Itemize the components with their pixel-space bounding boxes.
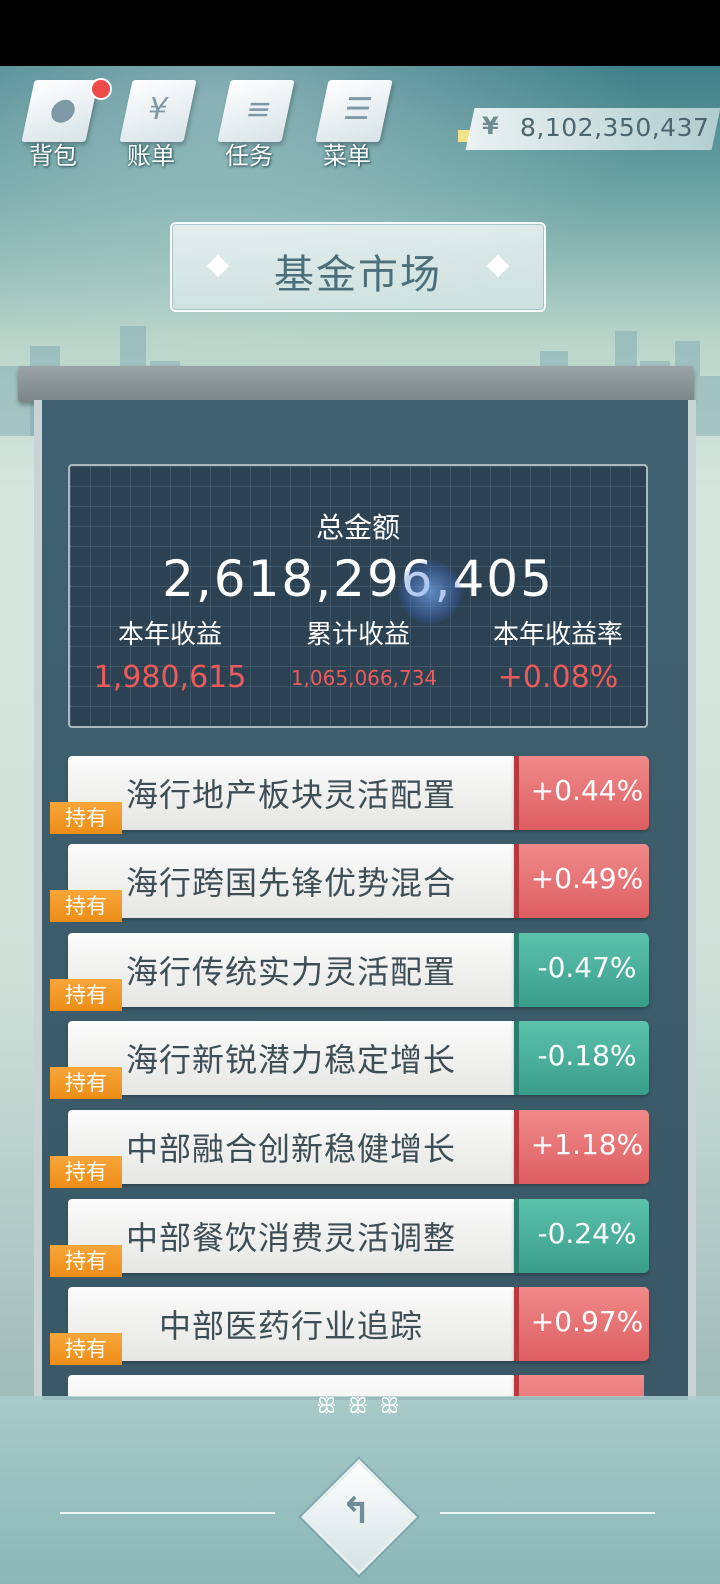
divider-line-left	[60, 1512, 275, 1514]
holding-tag: 持有	[50, 890, 122, 922]
fund-name-bar: 中部餐饮消费灵活调整	[68, 1199, 514, 1273]
fund-row[interactable]: 海行传统实力灵活配置 -0.47% 持有	[50, 933, 649, 1011]
fund-name-bar: 中部医药行业追踪	[68, 1287, 514, 1361]
year-income-value: 1,980,615	[93, 660, 247, 695]
bag-icon: ●	[21, 80, 99, 142]
fund-change-badge: +0.97%	[514, 1287, 649, 1361]
bill-icon: ¥	[119, 80, 197, 142]
fund-change-badge: +0.44%	[514, 756, 649, 830]
fund-change-value: +0.97%	[530, 1305, 644, 1338]
year-rate-value: +0.08%	[497, 660, 619, 695]
menu-icon: ☰	[315, 80, 393, 142]
bill-label: 账单	[127, 142, 175, 170]
fund-row[interactable]: 中部融合创新稳健增长 +1.18% 持有	[50, 1110, 649, 1188]
holding-tag: 持有	[50, 979, 122, 1011]
fund-change-badge	[514, 1375, 644, 1397]
fund-row[interactable]: 海行新锐潜力稳定增长 -0.18% 持有	[50, 1021, 649, 1099]
fund-row[interactable]: 海行跨国先锋优势混合 +0.49% 持有	[50, 844, 649, 922]
cum-income-value: 1,065,066,734	[290, 666, 438, 690]
total-label: 总金额	[315, 511, 400, 544]
page-title: 基金市场	[274, 252, 442, 298]
fund-row[interactable]: 中部医药行业追踪 +0.97% 持有	[50, 1287, 649, 1365]
fund-change-value: -0.47%	[537, 951, 637, 984]
back-arrow-icon: ↰	[340, 1491, 372, 1532]
bag-label: 背包	[29, 142, 77, 170]
menu-label: 菜单	[323, 142, 371, 170]
fund-name: 中部餐饮消费灵活调整	[125, 1219, 456, 1257]
fund-name-bar: 海行传统实力灵活配置	[68, 933, 514, 1007]
fund-name: 中部医药行业追踪	[158, 1307, 423, 1345]
fund-name: 海行传统实力灵活配置	[125, 953, 456, 991]
balance-display: ¥ 8,102,350,437	[474, 108, 714, 150]
holding-tag: 持有	[50, 1333, 122, 1365]
holding-tag: 持有	[50, 1245, 122, 1277]
cum-income-label: 累计收益	[305, 620, 410, 650]
notification-dot	[90, 78, 112, 100]
summary-panel: 总金额 2,618,296,405 本年收益 累计收益 本年收益率 1,980,…	[68, 464, 648, 728]
task-label: 任务	[225, 142, 273, 170]
fund-name: 海行地产板块灵活配置	[125, 776, 456, 814]
fund-name: 中部融合创新稳健增长	[125, 1130, 456, 1168]
divider-line-right	[440, 1512, 655, 1514]
status-bar	[0, 0, 720, 66]
fund-name-bar: 海行跨国先锋优势混合	[68, 844, 514, 918]
fund-change-badge: -0.47%	[514, 933, 649, 1007]
fund-change-value: -0.24%	[537, 1217, 637, 1250]
year-income-label: 本年收益	[117, 620, 222, 650]
page-title-panel: 基金市场	[170, 222, 546, 312]
bill-button[interactable]: ¥ 账单	[116, 76, 206, 176]
task-button[interactable]: ≡ 任务	[214, 76, 304, 176]
fund-name: 海行跨国先锋优势混合	[125, 864, 456, 902]
fund-change-value: +0.49%	[530, 862, 644, 895]
fund-change-badge: +0.49%	[514, 844, 649, 918]
total-value: 2,618,296,405	[162, 550, 554, 608]
ornament-icon: ꕥ ꕥ ꕥ	[316, 1394, 402, 1419]
fund-change-value: +1.18%	[530, 1128, 644, 1161]
fund-change-badge: -0.24%	[514, 1199, 649, 1273]
holding-tag: 持有	[50, 1156, 122, 1188]
board-header-bar	[18, 366, 694, 402]
fund-change-badge: -0.18%	[514, 1021, 649, 1095]
fund-change-value: +0.44%	[530, 774, 644, 807]
fund-change-value: -0.18%	[537, 1039, 637, 1072]
fund-name-bar: 海行新锐潜力稳定增长	[68, 1021, 514, 1095]
year-rate-label: 本年收益率	[492, 620, 623, 650]
menu-button[interactable]: ☰ 菜单	[312, 76, 402, 176]
fund-change-badge: +1.18%	[514, 1110, 649, 1184]
fund-name-bar: 中部融合创新稳健增长	[68, 1110, 514, 1184]
balance-value: 8,102,350,437	[520, 113, 710, 142]
task-icon: ≡	[217, 80, 295, 142]
fund-row[interactable]: 中部餐饮消费灵活调整 -0.24% 持有	[50, 1199, 649, 1277]
fund-name: 海行新锐潜力稳定增长	[125, 1041, 456, 1079]
fund-row[interactable]: 海行地产板块灵活配置 +0.44% 持有	[50, 756, 649, 834]
holding-tag: 持有	[50, 1067, 122, 1099]
holding-tag: 持有	[50, 802, 122, 834]
fund-name-bar: 海行地产板块灵活配置	[68, 756, 514, 830]
yen-icon: ¥	[482, 112, 499, 140]
